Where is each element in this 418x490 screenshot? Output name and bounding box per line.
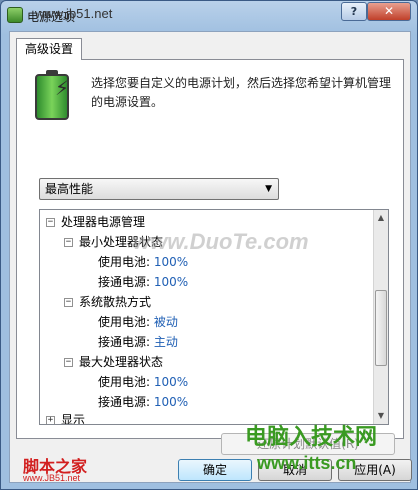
close-button[interactable]: ✕ [367, 2, 411, 21]
tree-item-label: 系统散热方式 [79, 295, 152, 309]
tree-item-setting[interactable]: 接通电源: 100% [98, 392, 188, 412]
power-options-icon [7, 7, 23, 23]
help-button[interactable]: ? [341, 2, 367, 21]
tree-item-label: 最大处理器状态 [79, 355, 164, 369]
tree-item-setting[interactable]: 使用电池: 100% [98, 372, 188, 392]
battery-icon: ⚡ [35, 70, 70, 120]
tree-item-setting[interactable]: 接通电源: 100% [98, 272, 188, 292]
setting-label: 使用电池: [98, 255, 151, 269]
collapse-icon[interactable]: − [64, 238, 73, 247]
tree-item-setting[interactable]: 使用电池: 被动 [98, 312, 178, 332]
setting-value[interactable]: 100% [154, 255, 188, 269]
tab-advanced-settings[interactable]: 高级设置 [16, 38, 83, 60]
plug-icon: ⚡ [55, 76, 70, 100]
tree-item-label: 处理器电源管理 [61, 215, 146, 229]
collapse-icon[interactable]: − [46, 218, 55, 227]
scroll-up-icon[interactable]: ▲ [374, 210, 388, 225]
tree-item-display[interactable]: + 显示 [46, 410, 86, 425]
scroll-thumb[interactable] [375, 290, 387, 366]
setting-label: 使用电池: [98, 315, 151, 329]
power-plan-select[interactable]: 最高性能 ▼ [39, 178, 279, 200]
setting-value[interactable]: 主动 [154, 335, 178, 349]
setting-value[interactable]: 100% [154, 375, 188, 389]
tree-item-setting[interactable]: 接通电源: 主动 [98, 332, 178, 352]
description-text: 选择您要自定义的电源计划，然后选择您希望计算机管理的电源设置。 [91, 76, 392, 109]
watermark-top-url: www.jb51.net [35, 6, 113, 21]
tree-item-processor-power[interactable]: − 处理器电源管理 [46, 212, 145, 232]
setting-value[interactable]: 100% [154, 395, 188, 409]
collapse-icon[interactable]: − [64, 298, 73, 307]
watermark-brand-right: 电脑入技术网 [245, 425, 378, 450]
tree-item-cooling-policy[interactable]: − 系统散热方式 [64, 292, 151, 312]
setting-value[interactable]: 100% [154, 275, 188, 289]
setting-value[interactable]: 被动 [154, 315, 178, 329]
watermark-url-right: www.itts.cn [257, 453, 357, 473]
power-plan-value: 最高性能 [45, 182, 94, 196]
chevron-down-icon: ▼ [265, 184, 272, 194]
tree-item-max-processor-state[interactable]: − 最大处理器状态 [64, 352, 163, 372]
tree-item-setting[interactable]: 使用电池: 100% [98, 252, 188, 272]
setting-label: 接通电源: [98, 275, 151, 289]
setting-label: 使用电池: [98, 375, 151, 389]
ok-button[interactable]: 确定 [178, 459, 252, 481]
tree-item-label: 显示 [61, 413, 86, 425]
dialog-body: 高级设置 ⚡ 选择您要自定义的电源计划，然后选择您希望计算机管理的电源设置。 最… [9, 31, 412, 483]
power-options-window: 电源选项 www.jb51.net ? ✕ 高级设置 ⚡ 选择您要自定义的电源计… [0, 0, 418, 490]
setting-label: 接通电源: [98, 335, 151, 349]
watermark-center: www.DuoTe.com [133, 229, 309, 254]
watermark-url-left: www.JB51.net [23, 473, 81, 483]
collapse-icon[interactable]: − [64, 358, 73, 367]
vertical-scrollbar[interactable]: ▲ ▼ [373, 210, 388, 424]
setting-label: 接通电源: [98, 395, 151, 409]
title-bar[interactable]: 电源选项 www.jb51.net ? ✕ [1, 1, 417, 31]
expand-icon[interactable]: + [46, 416, 55, 424]
